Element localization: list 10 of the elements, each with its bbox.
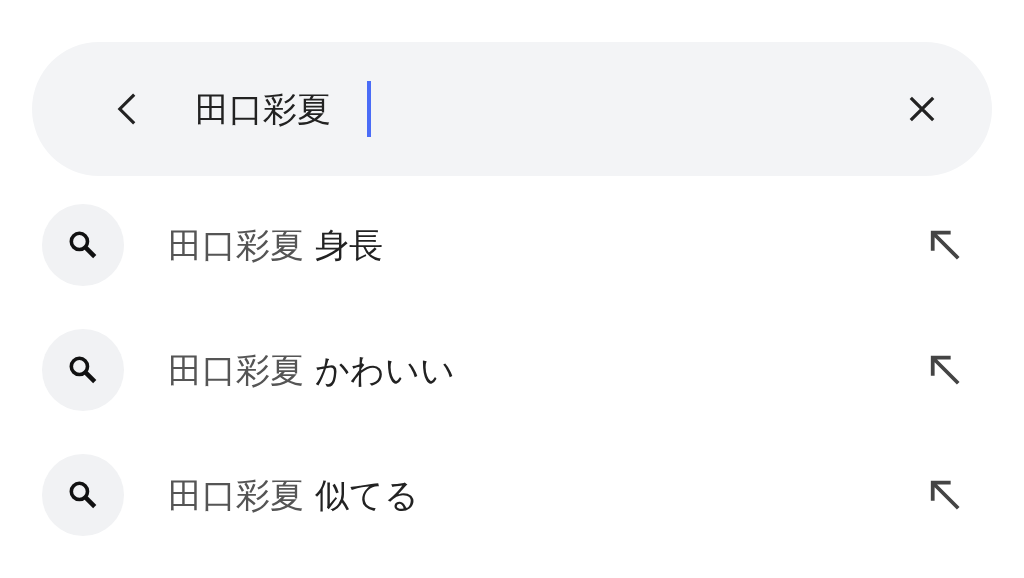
arrow-icon[interactable]: [928, 228, 962, 262]
close-icon[interactable]: [908, 95, 936, 123]
search-field[interactable]: 田口彩夏: [195, 88, 331, 130]
text-cursor: [367, 81, 371, 137]
arrow-icon[interactable]: [928, 353, 962, 387]
arrow-icon[interactable]: [928, 478, 962, 512]
suggestion-item[interactable]: 田口彩夏 かわいい: [168, 349, 928, 391]
suggestion-item[interactable]: 田口彩夏 身長: [168, 224, 928, 266]
back-icon[interactable]: [116, 91, 138, 127]
suggestion-item[interactable]: 田口彩夏 似てる: [168, 474, 928, 516]
